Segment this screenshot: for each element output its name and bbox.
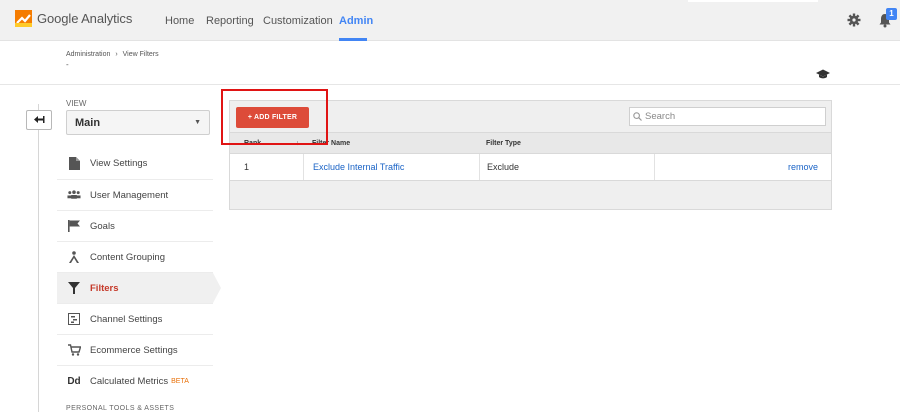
back-button[interactable] <box>26 110 52 130</box>
view-label: VIEW <box>66 99 87 108</box>
view-selector[interactable]: Main ▼ <box>66 110 210 135</box>
nav-admin[interactable]: Admin <box>339 15 373 27</box>
sidebar-item-channel-settings[interactable]: Channel Settings <box>57 303 213 334</box>
sidebar-item-label: Ecommerce Settings <box>90 344 178 356</box>
remove-link[interactable]: remove <box>788 162 818 172</box>
column-divider <box>38 104 39 412</box>
search-placeholder: Search <box>645 111 676 122</box>
sidebar-item-filters[interactable]: Filters <box>57 272 221 303</box>
active-tab-indicator <box>339 38 367 41</box>
search-icon <box>633 112 642 121</box>
settings-gear-icon[interactable] <box>847 13 861 27</box>
search-input[interactable]: Search <box>629 107 826 126</box>
breadcrumb-separator: › <box>115 51 118 58</box>
highlight-box <box>221 89 328 145</box>
breadcrumb-bar: Administration › View Filters - <box>0 42 900 85</box>
active-item-pointer <box>213 273 221 303</box>
dd-icon: Dd <box>67 375 81 387</box>
users-icon <box>67 188 81 202</box>
topbar-divider <box>688 0 818 2</box>
breadcrumb-current: View Filters <box>122 51 159 58</box>
cell-filter-type: Exclude <box>479 154 654 180</box>
nav-reporting[interactable]: Reporting <box>206 15 254 27</box>
notification-badge: 1 <box>886 8 897 20</box>
sidebar-item-label: Filters <box>90 282 119 294</box>
flag-icon <box>67 219 81 233</box>
filter-name-link[interactable]: Exclude Internal Traffic <box>313 162 404 172</box>
top-bar: Google Analytics Home Reporting Customiz… <box>0 0 900 41</box>
cart-icon <box>67 343 81 357</box>
beta-badge: BETA <box>171 377 189 385</box>
cell-rank: 1 <box>244 162 250 172</box>
sidebar-item-ecommerce-settings[interactable]: Ecommerce Settings <box>57 334 213 365</box>
breadcrumb: Administration › View Filters <box>66 51 159 58</box>
nav-home[interactable]: Home <box>165 15 194 27</box>
filter-icon <box>67 281 81 295</box>
sidebar-item-label: Calculated Metrics <box>90 375 169 387</box>
channel-icon <box>67 312 81 326</box>
app-title: Google Analytics <box>37 11 133 26</box>
grouping-icon <box>67 250 81 264</box>
sidebar-item-view-settings[interactable]: View Settings <box>57 148 213 179</box>
sidebar-item-label: User Management <box>90 189 169 201</box>
sidebar-item-calculated-metrics[interactable]: Dd Calculated Metrics BETA <box>57 365 213 396</box>
nav-customization[interactable]: Customization <box>263 15 333 27</box>
back-arrow-icon <box>33 111 45 129</box>
app-logo[interactable]: Google Analytics <box>15 10 132 27</box>
table-row: 1 Exclude Internal Traffic Exclude remov… <box>230 154 831 181</box>
analytics-logo-icon <box>15 10 32 27</box>
admin-sidebar: View Settings User Management Goals Cont… <box>57 148 221 396</box>
view-selected-value: Main <box>75 116 101 129</box>
chevron-down-icon: ▼ <box>194 119 201 126</box>
personal-tools-heading: PERSONAL TOOLS & ASSETS <box>66 405 175 412</box>
sidebar-item-label: Goals <box>90 220 115 232</box>
academy-cap-icon[interactable] <box>816 66 830 79</box>
sidebar-item-label: Content Grouping <box>90 251 165 263</box>
document-icon <box>67 157 81 171</box>
breadcrumb-subtitle: - <box>66 60 69 69</box>
sidebar-item-content-grouping[interactable]: Content Grouping <box>57 241 213 272</box>
breadcrumb-root[interactable]: Administration <box>66 51 110 58</box>
sidebar-item-goals[interactable]: Goals <box>57 210 213 241</box>
sidebar-item-user-management[interactable]: User Management <box>57 179 213 210</box>
column-header-filter-type[interactable]: Filter Type <box>486 140 521 147</box>
sidebar-item-label: Channel Settings <box>90 313 163 325</box>
sidebar-item-label: View Settings <box>90 158 148 169</box>
